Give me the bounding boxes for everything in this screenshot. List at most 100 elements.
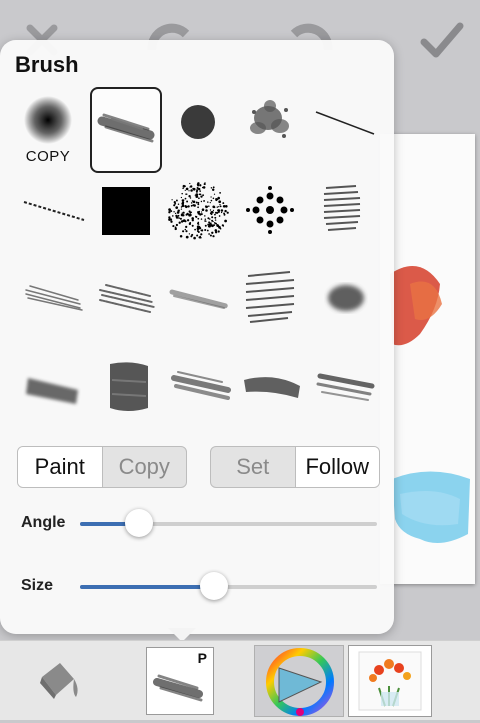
current-brush-button[interactable]: P	[146, 647, 214, 715]
spray-dot	[211, 231, 214, 234]
spray-dot	[198, 236, 201, 239]
brush-dotted-line[interactable]	[12, 174, 85, 260]
spray-dot	[173, 204, 176, 207]
spray-dot	[194, 194, 196, 196]
paint-bucket-icon[interactable]	[30, 653, 86, 709]
brush-splatter[interactable]	[234, 88, 306, 174]
spray-dot	[204, 224, 207, 227]
spray-dot	[186, 219, 190, 222]
spray-dot	[184, 189, 186, 191]
spray-dot	[180, 196, 183, 199]
spray-dot	[198, 210, 201, 213]
spray-dot	[207, 225, 210, 228]
spray-dot	[223, 213, 226, 216]
spray-dot	[190, 202, 193, 204]
spray-dot	[216, 211, 219, 214]
spray-dot	[171, 215, 174, 217]
brush-hard-round[interactable]	[162, 88, 234, 174]
spray-dot	[173, 201, 176, 204]
brush-badge: P	[197, 650, 207, 666]
spray-dot	[200, 195, 203, 198]
brush-cross-hatch[interactable]	[234, 262, 306, 348]
brush-soft-round[interactable]: COPY	[12, 88, 84, 174]
brush-flat-wash[interactable]	[234, 350, 306, 436]
brush-ink-stroke[interactable]	[12, 350, 84, 436]
spray-dot	[209, 201, 211, 204]
brush-rough-pencil[interactable]	[90, 262, 162, 348]
spray-dot	[205, 205, 209, 208]
spray-dot	[210, 213, 213, 216]
copy-brush-label: COPY	[25, 148, 71, 165]
spray-dot	[221, 209, 224, 212]
brush-dry-brush[interactable]	[162, 350, 234, 436]
size-slider-thumb[interactable]	[199, 572, 228, 600]
spray-dot	[179, 217, 182, 220]
spray-dot	[197, 187, 201, 191]
spray-dot	[181, 192, 183, 195]
spray-dot	[178, 217, 180, 219]
spray-dot	[188, 233, 191, 235]
spray-dot	[214, 213, 216, 216]
layers-button[interactable]	[348, 645, 432, 717]
spray-dot	[185, 213, 188, 216]
spray-dot	[185, 205, 188, 209]
spray-dot	[197, 217, 200, 220]
spray-dot	[217, 230, 220, 233]
spray-dot	[177, 209, 180, 213]
color-picker-button[interactable]	[254, 645, 344, 717]
angle-slider-thumb[interactable]	[125, 509, 154, 537]
spray-dot	[197, 222, 199, 225]
segment-follow[interactable]: Follow	[294, 447, 379, 487]
brush-popup: Brush COPY Paint Copy Set Follow Angle S…	[0, 40, 394, 634]
size-slider[interactable]	[80, 572, 377, 600]
brush-pencil-lines[interactable]	[12, 262, 84, 348]
spray-dot	[212, 205, 216, 209]
spray-dot	[210, 187, 213, 189]
spray-dot	[202, 194, 205, 197]
segment-set[interactable]: Set	[211, 447, 295, 487]
spray-dot	[200, 211, 203, 213]
brush-smudge[interactable]	[306, 262, 378, 348]
spray-dot	[222, 225, 225, 227]
spray-dot	[215, 197, 218, 201]
brush-dots-pattern[interactable]	[234, 174, 306, 260]
spray-dot	[175, 206, 179, 209]
brush-wet-block[interactable]	[90, 350, 162, 436]
spray-dot	[188, 195, 191, 198]
spray-dot	[179, 235, 183, 238]
spray-dot	[194, 228, 196, 231]
spray-dot	[208, 233, 210, 235]
spray-dot	[213, 224, 216, 227]
spray-dot	[219, 203, 221, 206]
spray-dot	[200, 200, 203, 203]
brush-chalk-stroke[interactable]	[90, 87, 162, 173]
brush-thin-line[interactable]	[306, 88, 378, 174]
brush-charcoal-stroke[interactable]	[162, 262, 234, 348]
angle-mode-segmented-control: Set Follow	[210, 446, 380, 488]
brush-square[interactable]	[90, 174, 162, 260]
angle-slider[interactable]	[80, 509, 377, 537]
spray-dot	[198, 193, 201, 196]
spray-dot	[214, 216, 217, 219]
spray-dot	[204, 220, 206, 222]
spray-dot	[211, 216, 214, 219]
brush-hatch-stack[interactable]	[306, 174, 378, 260]
spray-dot	[188, 213, 192, 217]
spray-dot	[190, 189, 193, 192]
segment-paint[interactable]: Paint	[18, 447, 103, 487]
spray-dot	[177, 203, 180, 205]
checkmark-icon[interactable]	[414, 12, 470, 68]
brush-spray[interactable]	[162, 174, 234, 260]
spray-dot	[218, 200, 222, 204]
brush-bristle-stroke[interactable]	[306, 350, 378, 436]
spray-dot	[197, 182, 200, 185]
spray-dot	[214, 222, 217, 225]
spray-dot	[196, 229, 199, 233]
spray-dot	[178, 221, 181, 224]
spray-dot	[171, 199, 173, 201]
segment-copy[interactable]: Copy	[103, 447, 187, 487]
spray-dot	[184, 197, 187, 200]
spray-dot	[182, 230, 185, 233]
painting-canvas[interactable]	[380, 134, 475, 584]
spray-dot	[213, 193, 216, 195]
